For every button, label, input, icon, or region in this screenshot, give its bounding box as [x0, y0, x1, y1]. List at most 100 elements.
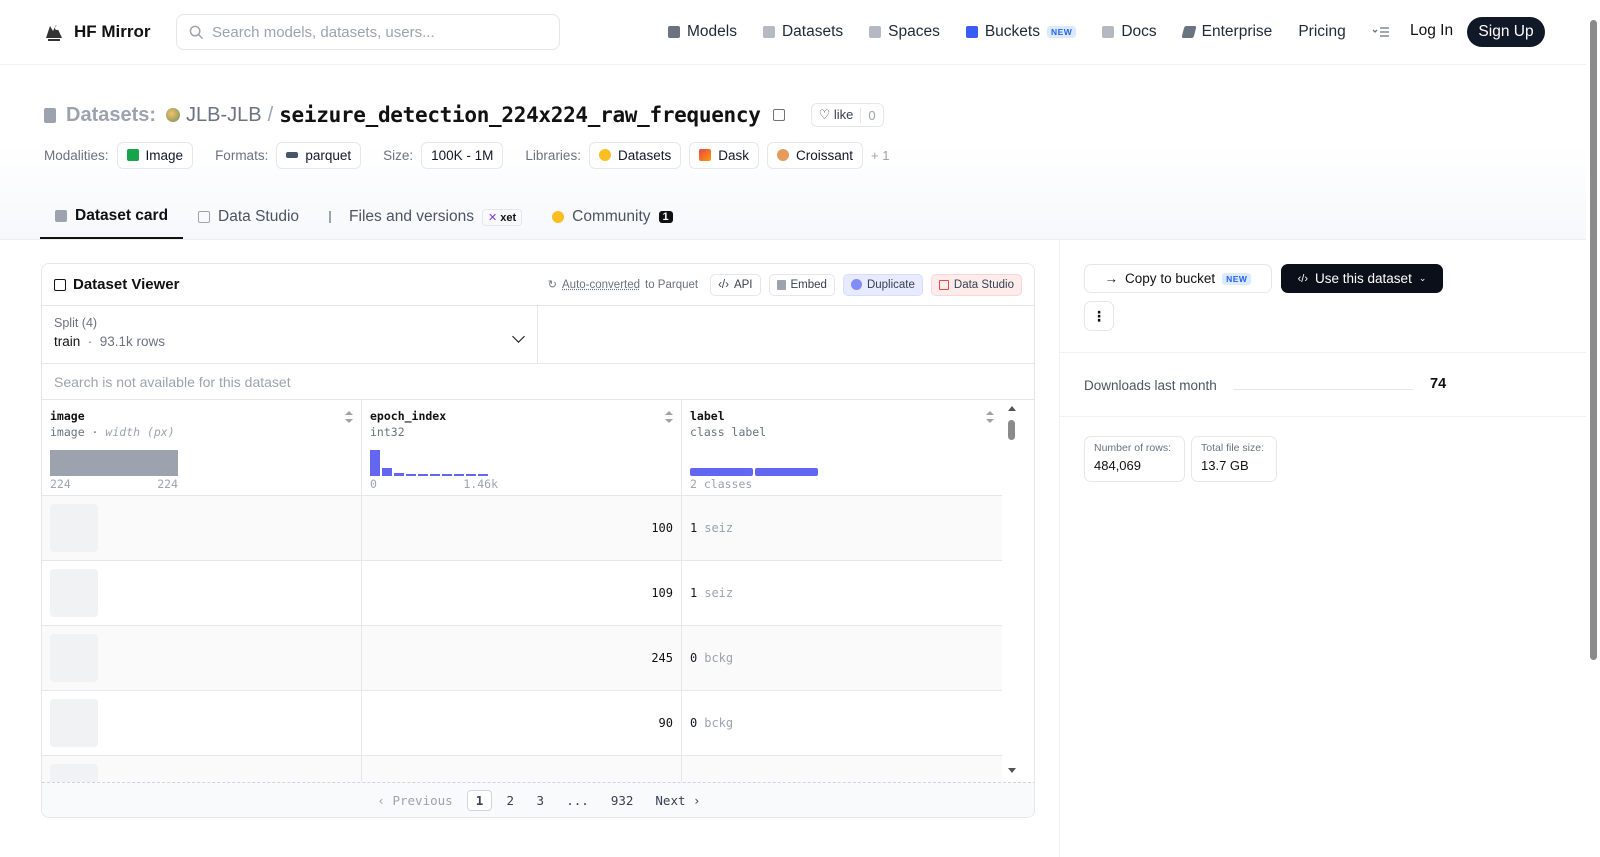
- auto-converted-link[interactable]: Auto-converted: [562, 279, 640, 291]
- image-thumbnail[interactable]: [50, 504, 98, 552]
- more-libraries[interactable]: + 1: [871, 148, 889, 163]
- datasets-prefix[interactable]: Datasets:: [66, 104, 156, 127]
- search-input[interactable]: [212, 23, 532, 41]
- like-button[interactable]: ♡ like 0: [810, 103, 884, 127]
- api-button[interactable]: ‹/› API: [710, 273, 761, 296]
- column-header-label[interactable]: label class label 2 classes: [682, 400, 1002, 495]
- search-box[interactable]: [176, 14, 560, 50]
- parquet-icon: [286, 152, 299, 158]
- scroll-thumb[interactable]: [1008, 420, 1015, 440]
- table-row[interactable]: 90 0 bckg: [42, 691, 1002, 756]
- sort-icon[interactable]: [985, 411, 994, 423]
- page-3[interactable]: 3: [528, 791, 552, 810]
- signup-button[interactable]: Sign Up: [1467, 17, 1545, 47]
- arrow-right-icon: →: [1104, 271, 1119, 286]
- image-thumbnail[interactable]: [50, 634, 98, 682]
- viewer-header: Dataset Viewer ↻ Auto-converted to Parqu…: [42, 264, 1034, 306]
- tag-size[interactable]: 100K - 1M: [421, 141, 504, 169]
- repo-name[interactable]: seizure_detection_224x224_raw_frequency: [279, 103, 761, 127]
- sort-icon[interactable]: [665, 411, 673, 423]
- book-icon: [1102, 26, 1115, 38]
- sidebar-separator: [1060, 416, 1600, 417]
- dataset-viewer: Dataset Viewer ↻ Auto-converted to Parqu…: [41, 263, 1035, 818]
- tab-data-studio[interactable]: Data Studio: [183, 195, 314, 239]
- class-bar-1: [755, 468, 818, 476]
- page-scroll-thumb[interactable]: [1590, 20, 1597, 660]
- histogram-bar: [430, 474, 440, 476]
- column-header-image[interactable]: image image · width (px) 224 224: [42, 400, 362, 495]
- database-icon: [762, 26, 775, 38]
- pagination: ‹ Previous 1 2 3 ... 932 Next ›: [42, 782, 1034, 817]
- sidebar-divider: [1059, 240, 1060, 857]
- viewer-search: Search is not available for this dataset: [42, 364, 1034, 400]
- tag-image[interactable]: Image: [116, 141, 194, 169]
- nav-datasets[interactable]: Datasets: [762, 23, 843, 41]
- logo[interactable]: HF Mirror: [42, 20, 151, 44]
- size-label: Size:: [383, 147, 414, 163]
- duplicate-button[interactable]: Duplicate: [842, 273, 923, 296]
- cell-image[interactable]: [42, 496, 362, 560]
- copy-icon[interactable]: [772, 109, 785, 121]
- nav-more-menu[interactable]: [1372, 26, 1390, 38]
- prev-page-button[interactable]: ‹ Previous: [369, 791, 460, 810]
- owner-link[interactable]: JLB-JLB: [186, 104, 262, 127]
- cell-image[interactable]: [42, 691, 362, 755]
- scroll-down-icon[interactable]: [1008, 768, 1016, 773]
- like-label-wrap: ♡ like: [818, 107, 854, 122]
- more-options-button[interactable]: ⋮: [1084, 301, 1114, 331]
- code-icon: ‹/›: [718, 278, 729, 291]
- page-scrollbar[interactable]: [1586, 0, 1600, 857]
- refresh-icon: ↻: [547, 279, 558, 291]
- split-row: Split (4) train · 93.1k rows: [42, 306, 1034, 364]
- embed-button[interactable]: Embed: [768, 273, 835, 296]
- table-icon: [938, 279, 949, 290]
- sort-icon[interactable]: [345, 411, 353, 423]
- cell-image[interactable]: [42, 626, 362, 690]
- tag-parquet[interactable]: parquet: [276, 141, 362, 169]
- page-2[interactable]: 2: [498, 791, 522, 810]
- data-studio-button[interactable]: Data Studio: [930, 273, 1022, 296]
- column-header-epoch-index[interactable]: epoch_index int32 0 1.46k: [362, 400, 682, 495]
- histogram-bar: [478, 474, 488, 476]
- nav-enterprise[interactable]: Enterprise: [1181, 23, 1272, 41]
- image-thumbnail[interactable]: [50, 699, 98, 747]
- nav-models[interactable]: Models: [668, 23, 737, 41]
- table-row[interactable]: 245 0 bckg: [42, 626, 1002, 691]
- cell-label: 0 bckg: [690, 651, 734, 665]
- split-label: Split (4): [54, 316, 98, 330]
- table-row[interactable]: 109 1 seiz: [42, 561, 1002, 626]
- page-last[interactable]: 932: [603, 791, 642, 810]
- nav-pricing[interactable]: Pricing: [1298, 23, 1345, 41]
- login-link[interactable]: Log In: [1410, 22, 1453, 40]
- tab-files-versions[interactable]: Files and versions ✕ xet: [314, 195, 537, 239]
- croissant-icon: [777, 149, 789, 161]
- image-width-histogram: [50, 448, 178, 476]
- histogram-bar: [370, 450, 380, 476]
- cell-image[interactable]: [42, 561, 362, 625]
- use-this-dataset-button[interactable]: ‹/› Use this dataset ⌄: [1281, 264, 1443, 293]
- tag-croissant[interactable]: Croissant: [767, 141, 864, 169]
- copy-to-bucket-button[interactable]: → Copy to bucket NEW: [1084, 264, 1272, 293]
- path-separator: /: [267, 103, 274, 126]
- nav-docs[interactable]: Docs: [1102, 23, 1157, 41]
- nav-buckets[interactable]: Buckets NEW: [965, 23, 1077, 41]
- tab-community[interactable]: Community 1: [537, 195, 688, 239]
- nav-spaces[interactable]: Spaces: [869, 23, 940, 41]
- downloads-sparkline: [1233, 389, 1413, 390]
- table-header: image image · width (px) 224 224 epoch_in…: [42, 400, 1002, 496]
- nav-links: Models Datasets Spaces Buckets NEW Docs E…: [668, 18, 1416, 46]
- tag-dask[interactable]: Dask: [689, 141, 759, 169]
- cell-epoch-index: 245: [362, 626, 682, 690]
- image-thumbnail[interactable]: [50, 569, 98, 617]
- next-page-button[interactable]: Next ›: [647, 791, 708, 810]
- tab-dataset-card[interactable]: Dataset card: [40, 195, 184, 239]
- split-value: train · 93.1k rows: [54, 334, 166, 349]
- tag-datasets[interactable]: Datasets: [588, 141, 682, 169]
- table-row[interactable]: 100 1 seiz: [42, 496, 1002, 561]
- histogram-bar: [406, 474, 416, 476]
- scroll-up-icon[interactable]: [1008, 406, 1016, 411]
- split-selector[interactable]: Split (4) train · 93.1k rows: [42, 306, 538, 363]
- table-scrollbar[interactable]: [1003, 400, 1021, 775]
- page-1[interactable]: 1: [466, 789, 493, 811]
- cube-icon: [668, 26, 680, 38]
